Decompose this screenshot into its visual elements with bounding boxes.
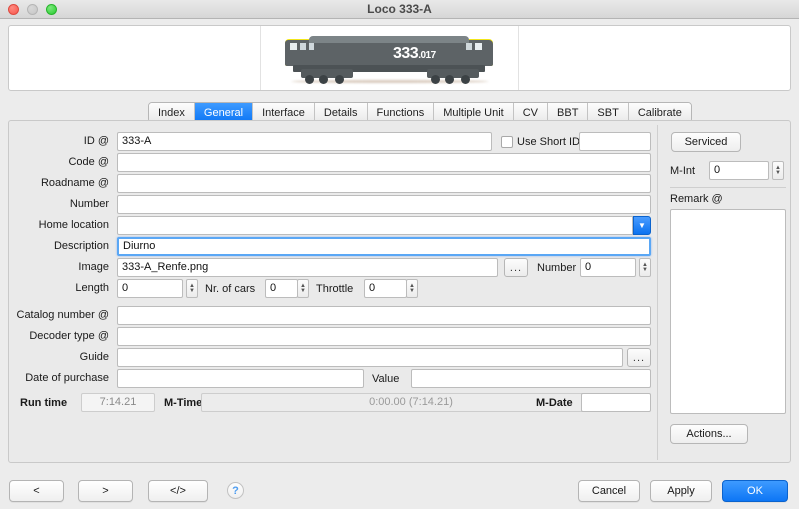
roadname-input[interactable]: [117, 174, 651, 193]
home-location-input[interactable]: [117, 216, 633, 235]
ok-button[interactable]: OK: [722, 480, 788, 502]
previous-button[interactable]: <: [9, 480, 64, 502]
guide-browse-button[interactable]: ...: [627, 348, 651, 367]
decoder-type-label: Decoder type @: [29, 330, 109, 342]
catalog-number-input[interactable]: [117, 306, 651, 325]
image-cell-center[interactable]: 333.017: [261, 26, 518, 90]
m-int-input[interactable]: 0: [709, 161, 769, 180]
image-number-label: Number: [537, 262, 577, 274]
home-location-label: Home location: [38, 219, 109, 231]
m-int-stepper[interactable]: ▲ ▼: [772, 161, 784, 180]
throttle-label: Throttle: [316, 283, 354, 295]
value-label: Value: [372, 373, 400, 385]
decoder-type-input[interactable]: [117, 327, 651, 346]
date-of-purchase-input[interactable]: [117, 369, 364, 388]
help-icon[interactable]: ?: [227, 482, 244, 499]
general-tab-panel: ID @ 333-A Use Short ID Code @ Roadname …: [8, 120, 791, 463]
length-label: Length: [75, 282, 109, 294]
image-number-input[interactable]: 0: [580, 258, 636, 277]
date-of-purchase-label: Date of purchase: [25, 372, 109, 384]
locomotive-road-number: 333.017: [393, 45, 436, 62]
image-number-stepper[interactable]: ▲ ▼: [639, 258, 651, 277]
run-time-label: Run time: [20, 397, 68, 409]
m-date-input[interactable]: [581, 393, 651, 412]
roadname-label: Roadname @: [40, 177, 109, 189]
apply-button[interactable]: Apply: [650, 480, 712, 502]
m-int-label: M-Int: [670, 165, 696, 177]
guide-input[interactable]: [117, 348, 623, 367]
window-title: Loco 333-A: [367, 2, 432, 16]
image-browse-button[interactable]: ...: [504, 258, 528, 277]
serviced-button[interactable]: Serviced: [671, 132, 741, 152]
remark-label: Remark @: [670, 193, 723, 205]
length-input[interactable]: 0: [117, 279, 183, 298]
description-input[interactable]: Diurno: [117, 237, 651, 256]
length-stepper[interactable]: ▲ ▼: [186, 279, 198, 298]
actions-button[interactable]: Actions...: [670, 424, 748, 444]
short-id-input[interactable]: [579, 132, 651, 151]
locomotive-image-panel: 333.017: [8, 25, 791, 91]
guide-label: Guide: [79, 351, 109, 363]
id-label: ID @: [83, 135, 109, 147]
catalog-number-label: Catalog number @: [16, 309, 110, 321]
image-cell-right: [518, 26, 790, 90]
number-label: Number: [69, 198, 109, 210]
xml-code-button[interactable]: </>: [148, 480, 208, 502]
nr-of-cars-label: Nr. of cars: [205, 283, 256, 295]
use-short-id-checkbox[interactable]: [501, 136, 513, 148]
image-cell-left: [9, 26, 261, 90]
chevron-down-icon[interactable]: ▼: [633, 216, 651, 235]
value-input[interactable]: [411, 369, 651, 388]
number-input[interactable]: [117, 195, 651, 214]
image-label: Image: [78, 261, 109, 273]
remark-textarea[interactable]: [670, 209, 786, 414]
cancel-button[interactable]: Cancel: [578, 480, 640, 502]
loco-properties-window: Loco 333-A 333.017 Index General Interfa…: [0, 0, 799, 509]
title-bar: Loco 333-A: [0, 0, 799, 19]
next-button[interactable]: >: [78, 480, 133, 502]
code-label: Code @: [68, 156, 109, 168]
locomotive-picture: 333.017: [275, 34, 503, 84]
side-panel-divider: [670, 187, 786, 188]
throttle-stepper[interactable]: ▲ ▼: [406, 279, 418, 298]
code-input[interactable]: [117, 153, 651, 172]
m-date-label: M-Date: [536, 397, 573, 409]
m-time-label: M-Time: [164, 397, 203, 409]
description-label: Description: [53, 240, 109, 252]
nr-of-cars-stepper[interactable]: ▲ ▼: [297, 279, 309, 298]
use-short-id-label: Use Short ID: [517, 136, 580, 148]
run-time-value: 7:14.21: [81, 393, 155, 412]
nr-of-cars-input[interactable]: 0: [265, 279, 298, 298]
throttle-input[interactable]: 0: [364, 279, 407, 298]
image-input[interactable]: 333-A_Renfe.png: [117, 258, 498, 277]
id-input[interactable]: 333-A: [117, 132, 492, 151]
panel-divider: [657, 125, 658, 460]
